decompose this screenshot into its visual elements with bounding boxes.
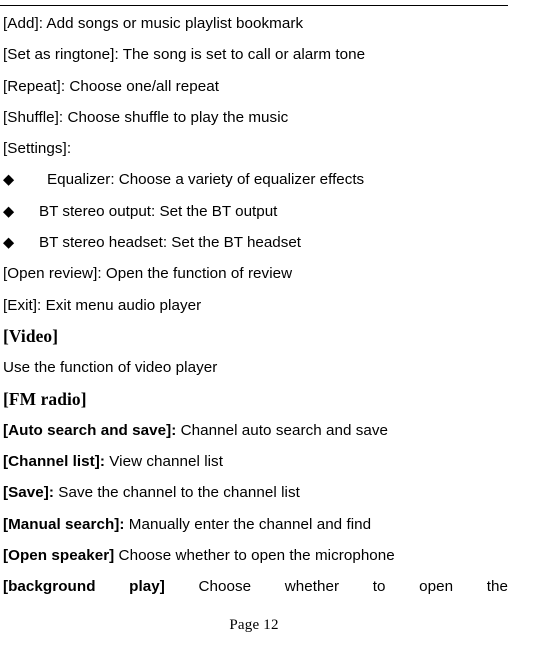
fm-item-channel-list: [Channel list]: View channel list	[3, 446, 508, 477]
fm-item-background-play-label: [background play]	[3, 578, 165, 596]
page-footer: Page 12	[229, 617, 279, 633]
fm-item-manual-search: [Manual search]: Manually enter the chan…	[3, 509, 508, 540]
page-content: [Add]: Add songs or music playlist bookm…	[3, 8, 508, 603]
video-section-body: Use the function of video player	[3, 359, 218, 377]
fm-item-save-label: [Save]:	[3, 484, 54, 502]
menu-item-set-as-ringtone-label: [Set as ringtone]:	[3, 46, 119, 64]
menu-item-set-as-ringtone: [Set as ringtone]: The song is set to ca…	[3, 39, 508, 70]
fm-item-save-description: Save the channel to the channel list	[54, 484, 300, 502]
diamond-bullet-icon: ◆	[3, 235, 15, 252]
header-separator-rule	[0, 5, 508, 6]
fm-item-channel-list-label: [Channel list]:	[3, 453, 105, 471]
fm-item-auto-search-and-save-description: Channel auto search and save	[176, 421, 389, 439]
settings-bullet-bt-stereo-output-text: BT stereo output: Set the BT output	[39, 202, 278, 220]
fm-item-background-play: [background play] Choose whether to open…	[3, 571, 508, 602]
menu-item-settings-label: [Settings]:	[3, 140, 72, 158]
fm-item-manual-search-description: Manually enter the channel and find	[124, 515, 372, 533]
settings-bullet-bt-stereo-output: ◆ BT stereo output: Set the BT output	[3, 196, 508, 227]
menu-item-shuffle: [Shuffle]: Choose shuffle to play the mu…	[3, 102, 508, 133]
menu-item-repeat: [Repeat]: Choose one/all repeat	[3, 71, 508, 102]
fm-item-background-play-description: Choose whether to open the	[198, 578, 508, 596]
menu-item-shuffle-description: Choose shuffle to play the music	[63, 108, 289, 126]
diamond-bullet-icon: ◆	[3, 172, 15, 189]
fm-item-open-speaker-label: [Open speaker]	[3, 547, 115, 565]
fm-item-auto-search-and-save-label: [Auto search and save]:	[3, 421, 177, 439]
section-heading-video: [Video]	[3, 325, 59, 346]
fm-item-channel-list-description: View channel list	[105, 453, 223, 471]
settings-bullet-equalizer: ◆ Equalizer: Choose a variety of equalize…	[3, 164, 508, 195]
settings-bullet-equalizer-text: Equalizer: Choose a variety of equalizer…	[47, 171, 365, 189]
document-page: [Add]: Add songs or music playlist bookm…	[0, 0, 536, 649]
fm-item-open-speaker-description: Choose whether to open the microphone	[114, 547, 395, 565]
menu-item-exit-label: [Exit]:	[3, 296, 42, 314]
menu-item-set-as-ringtone-description: The song is set to call or alarm tone	[118, 46, 366, 64]
fm-item-open-speaker: [Open speaker] Choose whether to open th…	[3, 540, 508, 571]
fm-item-auto-search-and-save: [Auto search and save]: Channel auto sea…	[3, 415, 508, 446]
menu-item-add-description: Add songs or music playlist bookmark	[42, 15, 304, 32]
fm-item-save: [Save]: Save the channel to the channel …	[3, 477, 508, 508]
menu-item-open-review-description: Open the function of review	[101, 265, 293, 283]
menu-item-shuffle-label: [Shuffle]:	[3, 108, 64, 126]
menu-item-open-review-label: [Open review]:	[3, 265, 102, 283]
menu-item-repeat-label: [Repeat]:	[3, 77, 66, 95]
section-heading-fm-radio: [FM radio]	[3, 388, 87, 409]
settings-bullet-bt-stereo-headset: ◆ BT stereo headset: Set the BT headset	[3, 227, 508, 258]
menu-item-settings: [Settings]:	[3, 133, 508, 164]
menu-item-exit-description: Exit menu audio player	[41, 296, 202, 314]
menu-item-exit: [Exit]: Exit menu audio player	[3, 290, 508, 321]
menu-item-add-label: [Add]:	[3, 15, 43, 32]
diamond-bullet-icon: ◆	[3, 203, 15, 220]
menu-item-repeat-description: Choose one/all repeat	[65, 77, 220, 95]
menu-item-add: [Add]: Add songs or music playlist bookm…	[3, 8, 508, 39]
menu-item-open-review: [Open review]: Open the function of revi…	[3, 258, 508, 289]
fm-item-manual-search-label: [Manual search]:	[3, 515, 125, 533]
settings-bullet-bt-stereo-headset-text: BT stereo headset: Set the BT headset	[39, 234, 302, 252]
